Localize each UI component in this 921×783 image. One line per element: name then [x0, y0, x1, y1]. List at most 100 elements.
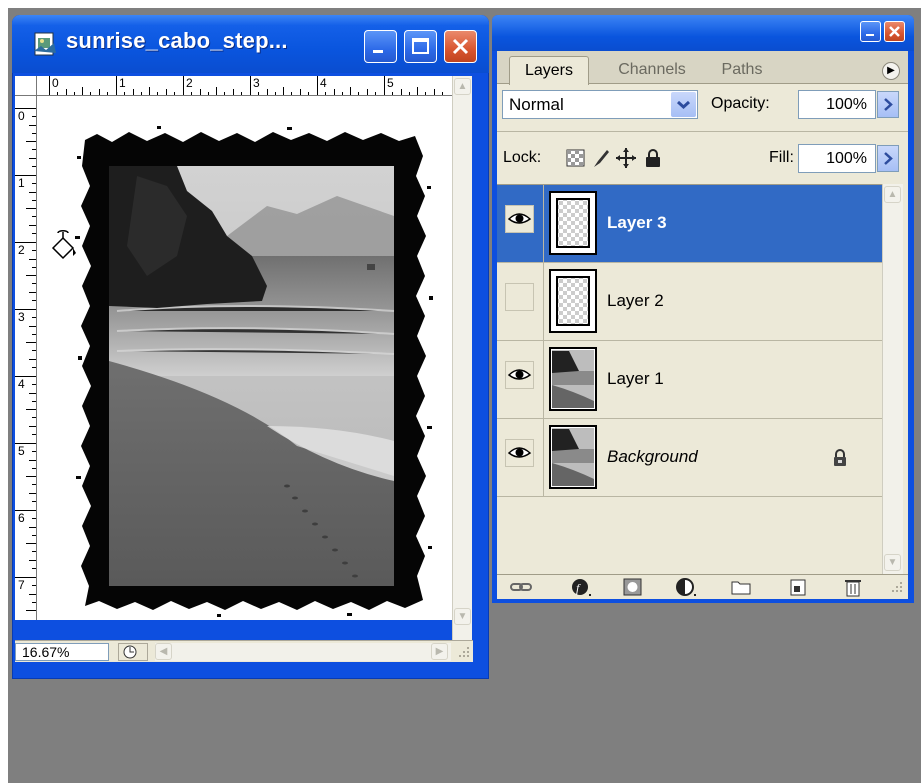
document-title: sunrise_cabo_step... — [66, 28, 288, 53]
document-icon — [34, 32, 56, 56]
layers-panel-window: Layers Channels Paths ▶ Normal Opacity: … — [492, 15, 914, 603]
layer-name[interactable]: Background — [607, 447, 698, 467]
resize-grip-icon[interactable] — [890, 580, 904, 594]
document-status-bar: 16.67% ◀ ▶ — [15, 640, 473, 662]
layer-row-background[interactable]: Background — [497, 419, 882, 497]
ruler-left-tick-label: 3 — [18, 310, 25, 324]
layers-footer-toolbar: f — [497, 574, 908, 599]
scroll-up-arrow-icon[interactable]: ▲ — [454, 78, 471, 95]
scroll-down-arrow-icon[interactable]: ▼ — [454, 608, 471, 625]
panel-close-button[interactable] — [884, 21, 905, 42]
scroll-left-arrow-icon[interactable]: ◀ — [155, 643, 172, 660]
resize-grip-icon[interactable] — [457, 645, 471, 659]
lock-image-pixels-icon[interactable] — [590, 147, 612, 169]
zoom-level-field[interactable]: 16.67% — [15, 643, 109, 661]
close-icon — [889, 26, 900, 37]
opacity-slider-button[interactable] — [877, 91, 899, 118]
document-horizontal-scrollbar[interactable]: ◀ ▶ — [155, 643, 451, 661]
close-icon — [452, 38, 469, 55]
tab-paths[interactable]: Paths — [712, 56, 772, 84]
lock-position-icon[interactable] — [615, 147, 637, 169]
new-layer-icon[interactable] — [787, 577, 809, 597]
ruler-top-tick-label: 3 — [253, 76, 260, 90]
ruler-left-tick-label: 5 — [18, 444, 25, 458]
horizontal-ruler[interactable]: 0 1 2 3 4 5 — [37, 76, 452, 96]
layer-name[interactable]: Layer 2 — [607, 291, 664, 311]
opacity-label: Opacity: — [711, 95, 770, 112]
new-group-folder-icon[interactable] — [730, 577, 752, 597]
vertical-ruler[interactable]: 0 1 2 3 4 5 6 7 — [15, 96, 37, 620]
delete-layer-icon[interactable] — [842, 577, 864, 597]
lock-all-icon[interactable] — [642, 147, 664, 169]
close-button[interactable] — [444, 30, 477, 63]
layer-row-layer-3[interactable]: Layer 3 — [497, 185, 882, 263]
ruler-left-tick-label: 2 — [18, 243, 25, 257]
blend-mode-select[interactable]: Normal — [502, 90, 698, 119]
panel-minimize-button[interactable] — [860, 21, 881, 42]
maximize-icon — [412, 38, 429, 54]
ruler-top-tick-label: 5 — [387, 76, 394, 90]
tab-layers[interactable]: Layers — [509, 56, 589, 85]
beach-photo-with-grunge-frame — [75, 126, 433, 617]
panel-menu-icon[interactable]: ▶ — [882, 62, 900, 80]
layers-panel-title-bar[interactable] — [492, 15, 914, 51]
layer-style-icon[interactable]: f — [570, 577, 592, 597]
layer-thumbnail-photo — [549, 347, 597, 411]
fill-label: Fill: — [769, 149, 794, 166]
visibility-toggle[interactable] — [497, 419, 544, 496]
layer-thumbnail-frame — [549, 191, 597, 255]
eye-icon — [505, 439, 534, 467]
lock-icon — [834, 449, 846, 466]
blend-mode-value: Normal — [509, 95, 564, 114]
adjustment-layer-icon[interactable] — [675, 577, 697, 597]
opacity-field[interactable]: 100% — [798, 90, 876, 119]
fill-field[interactable]: 100% — [798, 144, 876, 173]
layer-row-layer-1[interactable]: Layer 1 — [497, 341, 882, 419]
ruler-top-tick-label: 2 — [186, 76, 193, 90]
scroll-down-arrow-icon[interactable]: ▼ — [884, 554, 901, 571]
chevron-down-icon[interactable] — [671, 92, 696, 117]
layers-vertical-scrollbar[interactable]: ▲ ▼ — [882, 184, 903, 574]
layers-panel-body: Layers Channels Paths ▶ Normal Opacity: … — [497, 51, 908, 599]
ruler-left-tick-label: 6 — [18, 511, 25, 525]
vertical-ruler-ticks — [15, 108, 36, 611]
ruler-top-tick-label: 1 — [119, 76, 126, 90]
lock-label: Lock: — [503, 149, 542, 166]
eye-icon — [505, 205, 534, 233]
visibility-toggle[interactable] — [497, 263, 544, 340]
divider — [497, 131, 908, 132]
document-canvas[interactable] — [37, 96, 452, 620]
visibility-toggle[interactable] — [497, 341, 544, 418]
scroll-up-arrow-icon[interactable]: ▲ — [884, 186, 901, 203]
eye-icon — [505, 361, 534, 389]
ruler-top-tick-label: 0 — [52, 76, 59, 90]
visibility-toggle[interactable] — [497, 185, 544, 262]
layer-thumbnail-frame — [549, 269, 597, 333]
layer-thumbnail-photo — [549, 425, 597, 489]
link-layers-icon[interactable] — [510, 577, 532, 597]
minimize-icon — [373, 50, 383, 53]
minimize-button[interactable] — [364, 30, 397, 63]
layer-name[interactable]: Layer 3 — [607, 213, 667, 233]
ruler-left-tick-label: 7 — [18, 578, 25, 592]
maximize-button[interactable] — [404, 30, 437, 63]
minimize-icon — [866, 34, 874, 36]
eye-hidden-box-icon — [505, 283, 534, 311]
layers-list: Layer 3 Layer 2 Layer 1 Background — [497, 184, 882, 574]
ruler-left-tick-label: 1 — [18, 176, 25, 190]
layer-row-layer-2[interactable]: Layer 2 — [497, 263, 882, 341]
document-title-bar[interactable]: sunrise_cabo_step... — [12, 15, 489, 73]
paint-bucket-cursor-icon — [51, 230, 76, 260]
tab-channels[interactable]: Channels — [607, 56, 697, 84]
add-mask-icon[interactable] — [622, 577, 644, 597]
document-vertical-scrollbar[interactable]: ▲ ▼ — [452, 76, 472, 640]
scroll-right-arrow-icon[interactable]: ▶ — [431, 643, 448, 660]
ruler-left-tick-label: 0 — [18, 109, 25, 123]
ruler-origin[interactable] — [15, 76, 37, 96]
lock-transparent-pixels-icon[interactable] — [565, 147, 587, 169]
fill-slider-button[interactable] — [877, 145, 899, 172]
ruler-left-tick-label: 4 — [18, 377, 25, 391]
status-menu-icon[interactable] — [118, 643, 148, 661]
layer-name[interactable]: Layer 1 — [607, 369, 664, 389]
chevron-right-icon — [884, 98, 893, 111]
